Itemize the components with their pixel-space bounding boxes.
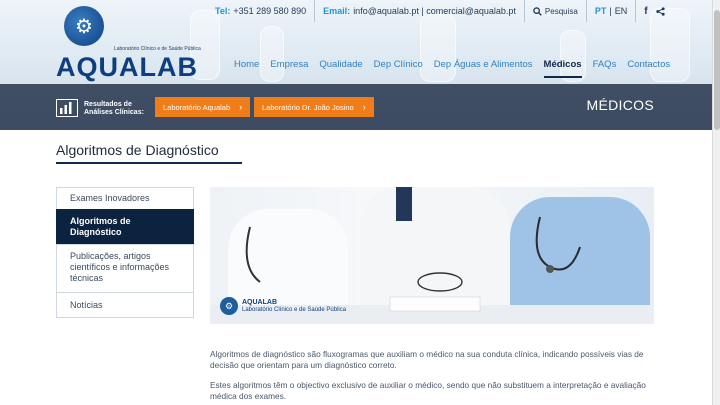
scrollbar-thumb[interactable] (714, 10, 720, 130)
results-label: Resultados de Análises Clínicas: (84, 101, 144, 116)
phone-info: Tel: +351 289 580 890 (207, 0, 316, 22)
lab-aqualab-button[interactable]: Laboratório Aqualab › (155, 97, 250, 117)
aqualab-logo[interactable]: ⚙ Laboratório Clínico e de Saúde Pública… (56, 4, 201, 82)
search-link[interactable]: Pesquisa (525, 0, 587, 22)
email-label: Email: (323, 6, 351, 16)
photo-logo-name: AQUALAB (242, 298, 277, 306)
nav-empresa[interactable]: Empresa (270, 59, 308, 78)
share-icon[interactable] (655, 6, 665, 16)
page-title: Algoritmos de Diagnóstico (56, 142, 219, 158)
chevron-right-icon: › (362, 102, 366, 112)
lang-pt-link[interactable]: PT (595, 6, 607, 16)
content-paragraph-1: Algoritmos de diagnóstico são fluxograma… (210, 349, 644, 370)
nav-faqs[interactable]: FAQs (593, 59, 617, 78)
section-title: MÉDICOS (586, 97, 654, 113)
photo-logo-tagline: Laboratório Clínico e de Saúde Pública (242, 306, 347, 313)
nav-dep-aguas[interactable]: Dep Águas e Alimentos (434, 59, 533, 78)
nav-qualidade[interactable]: Qualidade (319, 59, 362, 78)
main-nav: Home Empresa Qualidade Dep Clínico Dep Á… (234, 59, 681, 78)
search-icon (533, 6, 542, 16)
nav-home[interactable]: Home (234, 59, 259, 78)
email-value[interactable]: info@aqualab.pt | comercial@aqualab.pt (353, 6, 516, 16)
lab-joao-josino-button[interactable]: Laboratório Dr. João Josino › (254, 97, 374, 117)
phone-label: Tel: (215, 6, 231, 16)
nav-dep-clinico[interactable]: Dep Clínico (374, 59, 423, 78)
sidebar-menu: Exames Inovadores Algoritmos de Diagnóst… (56, 187, 194, 318)
sidebar-item-exames-inovadores[interactable]: Exames Inovadores (56, 187, 194, 209)
title-underline (56, 162, 242, 164)
email-info: Email: info@aqualab.pt | comercial@aqual… (315, 0, 525, 22)
bar-chart-icon (56, 99, 78, 117)
photo-watermark-logo: ⚙ AQUALAB Laboratório Clínico e de Saúde… (220, 295, 352, 317)
social-links: f (636, 0, 672, 22)
facebook-icon[interactable]: f (644, 6, 647, 17)
sidebar-item-algoritmos[interactable]: Algoritmos de Diagnóstico (56, 209, 194, 244)
phone-value[interactable]: +351 289 580 890 (233, 6, 306, 16)
lab-joao-josino-label: Laboratório Dr. João Josino (262, 102, 354, 112)
content-paragraph-2: Estes algoritmos têm o objectivo exclusi… (210, 380, 646, 401)
nav-medicos[interactable]: Médicos (543, 59, 582, 78)
sidebar-item-publicacoes[interactable]: Publicações, artigos científicos e infor… (56, 244, 194, 292)
microscope-icon: ⚙ (64, 6, 104, 46)
search-label: Pesquisa (544, 6, 578, 16)
lang-separator: | (609, 6, 612, 16)
chevron-right-icon: › (239, 102, 243, 112)
top-contact-bar: Tel: +351 289 580 890 Email: info@aquala… (207, 0, 673, 22)
page-scrollbar[interactable] (712, 0, 720, 405)
doctors-photo: ⚙ AQUALAB Laboratório Clínico e de Saúde… (210, 187, 654, 324)
nav-contactos[interactable]: Contactos (627, 59, 670, 78)
lab-aqualab-label: Laboratório Aqualab (163, 102, 231, 112)
logo-wordmark: AQUALAB (56, 52, 198, 82)
language-switcher: PT | EN (587, 0, 637, 22)
lang-en-link[interactable]: EN (615, 6, 628, 16)
sidebar-item-noticias[interactable]: Notícias (56, 292, 194, 318)
microscope-icon: ⚙ (220, 297, 238, 315)
